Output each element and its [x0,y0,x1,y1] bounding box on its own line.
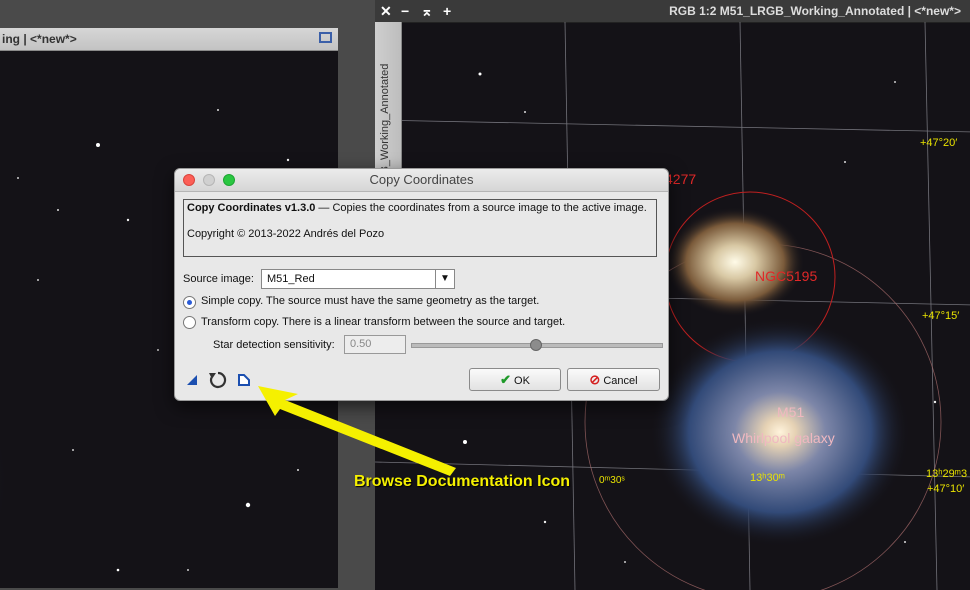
browse-documentation-callout: Browse Documentation Icon [354,473,571,490]
callout-arrow [258,386,456,476]
